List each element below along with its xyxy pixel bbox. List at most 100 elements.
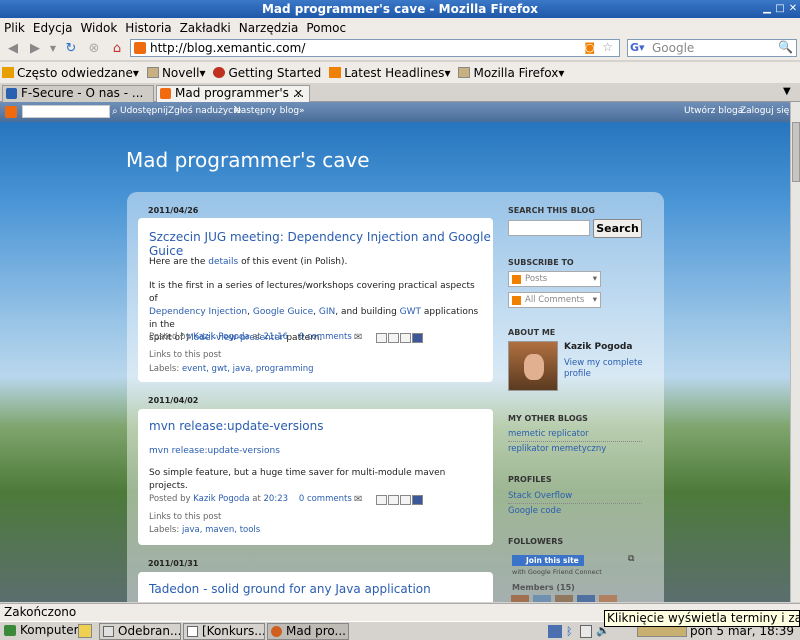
google-engine-icon[interactable]: G▾ bbox=[630, 41, 645, 54]
share-link[interactable]: Udostępnij bbox=[120, 106, 168, 116]
google-guice-link[interactable]: Google Guice bbox=[253, 307, 313, 317]
popout-icon[interactable]: ⧉ bbox=[628, 554, 634, 564]
facebook-share-icon[interactable] bbox=[412, 333, 423, 343]
blogger-logo-icon[interactable] bbox=[5, 106, 17, 118]
menu-history[interactable]: Historia bbox=[125, 21, 171, 35]
comments-link[interactable]: 0 comments bbox=[299, 494, 352, 504]
email-this-icon[interactable] bbox=[376, 495, 387, 505]
tray-app-icon[interactable] bbox=[580, 625, 592, 638]
menu-file[interactable]: Plik bbox=[4, 21, 25, 35]
post-time-link[interactable]: 20:23 bbox=[264, 494, 289, 504]
member-avatar[interactable] bbox=[599, 595, 617, 602]
tab-mad-programmers-cave[interactable]: Mad programmer's ... ✕ bbox=[156, 85, 310, 102]
menu-bookmarks[interactable]: Zakładki bbox=[180, 21, 231, 35]
bluetooth-icon[interactable]: ᛒ bbox=[566, 625, 573, 638]
gwt-link[interactable]: GWT bbox=[400, 307, 421, 317]
next-blog-link[interactable]: Następny blog» bbox=[234, 106, 305, 116]
email-post-icon[interactable]: ✉ bbox=[354, 332, 362, 343]
scrollbar-thumb[interactable] bbox=[792, 122, 800, 182]
tray-network-icon[interactable] bbox=[548, 625, 562, 638]
member-avatar[interactable] bbox=[577, 595, 595, 602]
author-link[interactable]: Kazik Pogoda bbox=[193, 494, 249, 504]
start-menu-button[interactable]: Komputer bbox=[2, 623, 79, 640]
menu-bar: Plik Edycja Widok Historia Zakładki Narz… bbox=[0, 18, 800, 38]
close-icon[interactable]: ✕ bbox=[786, 2, 800, 15]
report-abuse-link[interactable]: Zgłoś nadużycie bbox=[168, 106, 241, 116]
blog-this-icon[interactable] bbox=[388, 333, 399, 343]
sign-in-link[interactable]: Zaloguj się bbox=[740, 106, 789, 116]
home-icon[interactable]: ⌂ bbox=[108, 40, 126, 58]
blog-search-input[interactable] bbox=[508, 220, 590, 236]
post-title[interactable]: Tadedon - solid ground for any Java appl… bbox=[149, 582, 431, 596]
member-avatar[interactable] bbox=[533, 595, 551, 602]
member-avatar[interactable] bbox=[511, 595, 529, 602]
menu-tools[interactable]: Narzędzia bbox=[239, 21, 299, 35]
profile-link[interactable]: Stack Overflow bbox=[508, 491, 572, 501]
bookmark-latest-headlines[interactable]: Latest Headlines ▾ bbox=[329, 66, 450, 80]
blog-this-icon[interactable] bbox=[388, 495, 399, 505]
label-links[interactable]: java, maven, tools bbox=[182, 525, 260, 535]
stop-icon[interactable]: ⊗ bbox=[85, 40, 103, 58]
tab-fsecure[interactable]: F-Secure - O nas - ... bbox=[2, 85, 154, 102]
post-time-link[interactable]: 21:16 bbox=[264, 332, 289, 342]
links-to-post[interactable]: Links to this post bbox=[149, 512, 221, 522]
menu-help[interactable]: Pomoc bbox=[306, 21, 346, 35]
history-dropdown-icon[interactable]: ▼ bbox=[44, 40, 62, 58]
create-blog-link[interactable]: Utwórz bloga bbox=[684, 106, 743, 116]
details-link[interactable]: details bbox=[208, 257, 238, 267]
other-blog-link[interactable]: replikator memetyczny bbox=[508, 444, 606, 454]
rss-feed-icon bbox=[329, 67, 342, 78]
post-title[interactable]: mvn release:update-versions bbox=[149, 419, 324, 433]
join-site-button[interactable]: Join this site bbox=[512, 555, 584, 566]
profile-link[interactable]: Google code bbox=[508, 506, 561, 516]
links-to-post[interactable]: Links to this post bbox=[149, 350, 221, 360]
taskbar-item-mail[interactable]: Odebran... bbox=[99, 623, 181, 640]
post-paragraph: Here are the details of this event (in P… bbox=[149, 257, 348, 267]
web-search-box[interactable]: G▾ Google 🔍 bbox=[627, 39, 797, 57]
clock[interactable]: pon 5 mar, 18:39 bbox=[690, 624, 794, 638]
reload-icon[interactable]: ↻ bbox=[62, 40, 80, 58]
list-tabs-icon[interactable]: ▼ bbox=[783, 86, 791, 97]
back-icon[interactable]: ◀ bbox=[4, 40, 22, 58]
taskbar-item-document[interactable]: [Konkurs... bbox=[183, 623, 265, 640]
twitter-share-icon[interactable] bbox=[400, 333, 411, 343]
twitter-share-icon[interactable] bbox=[400, 495, 411, 505]
author-link[interactable]: Kazik Pogoda bbox=[193, 332, 249, 342]
gin-link[interactable]: GIN bbox=[319, 307, 335, 317]
bookmark-getting-started[interactable]: Getting Started bbox=[213, 66, 321, 80]
bookmark-novell[interactable]: Novell ▾ bbox=[146, 66, 205, 80]
bookmark-most-visited[interactable]: Często odwiedzane ▾ bbox=[2, 66, 139, 80]
bookmark-mozilla-firefox[interactable]: Mozilla Firefox ▾ bbox=[458, 66, 564, 80]
close-tab-icon[interactable]: ✕ bbox=[294, 86, 303, 101]
subscribe-posts-dropdown[interactable]: Posts ▾ bbox=[508, 271, 601, 287]
other-blog-link[interactable]: memetic replicator bbox=[508, 429, 589, 439]
email-this-icon[interactable] bbox=[376, 333, 387, 343]
about-name[interactable]: Kazik Pogoda bbox=[564, 342, 632, 352]
email-post-icon[interactable]: ✉ bbox=[354, 494, 362, 505]
vertical-scrollbar[interactable] bbox=[790, 102, 800, 602]
forward-icon[interactable]: ▶ bbox=[26, 40, 44, 58]
blog-search-button[interactable]: Search bbox=[593, 219, 642, 238]
search-icon[interactable]: 🔍 bbox=[778, 40, 793, 54]
blog-title[interactable]: Mad programmer's cave bbox=[126, 148, 370, 172]
maximize-icon[interactable]: □ bbox=[773, 2, 787, 15]
facebook-share-icon[interactable] bbox=[412, 495, 423, 505]
minimize-icon[interactable]: ▁ bbox=[760, 2, 774, 15]
view-profile-link[interactable]: View my complete profile bbox=[564, 358, 644, 380]
menu-edit[interactable]: Edycja bbox=[33, 21, 73, 35]
mvn-release-link[interactable]: mvn release:update-versions bbox=[149, 445, 484, 458]
url-bar[interactable]: http://blog.xemantic.com/ ◙ ☆ bbox=[130, 39, 620, 57]
post-title[interactable]: Szczecin JUG meeting: Dependency Injecti… bbox=[149, 230, 493, 258]
author-avatar[interactable] bbox=[508, 341, 558, 391]
blogger-search-input[interactable] bbox=[22, 105, 110, 118]
rss-icon[interactable]: ◙ bbox=[584, 41, 595, 54]
dependency-injection-link[interactable]: Dependency Injection bbox=[149, 307, 247, 317]
subscribe-comments-dropdown[interactable]: All Comments ▾ bbox=[508, 292, 601, 308]
taskbar-item-firefox[interactable]: Mad pro... bbox=[267, 623, 349, 640]
comments-link[interactable]: 0 comments bbox=[299, 332, 352, 342]
label-links[interactable]: event, gwt, java, programming bbox=[182, 364, 314, 374]
menu-view[interactable]: Widok bbox=[80, 21, 117, 35]
member-avatar[interactable] bbox=[555, 595, 573, 602]
notes-icon[interactable] bbox=[78, 624, 92, 638]
bookmark-star-icon[interactable]: ☆ bbox=[602, 40, 613, 54]
